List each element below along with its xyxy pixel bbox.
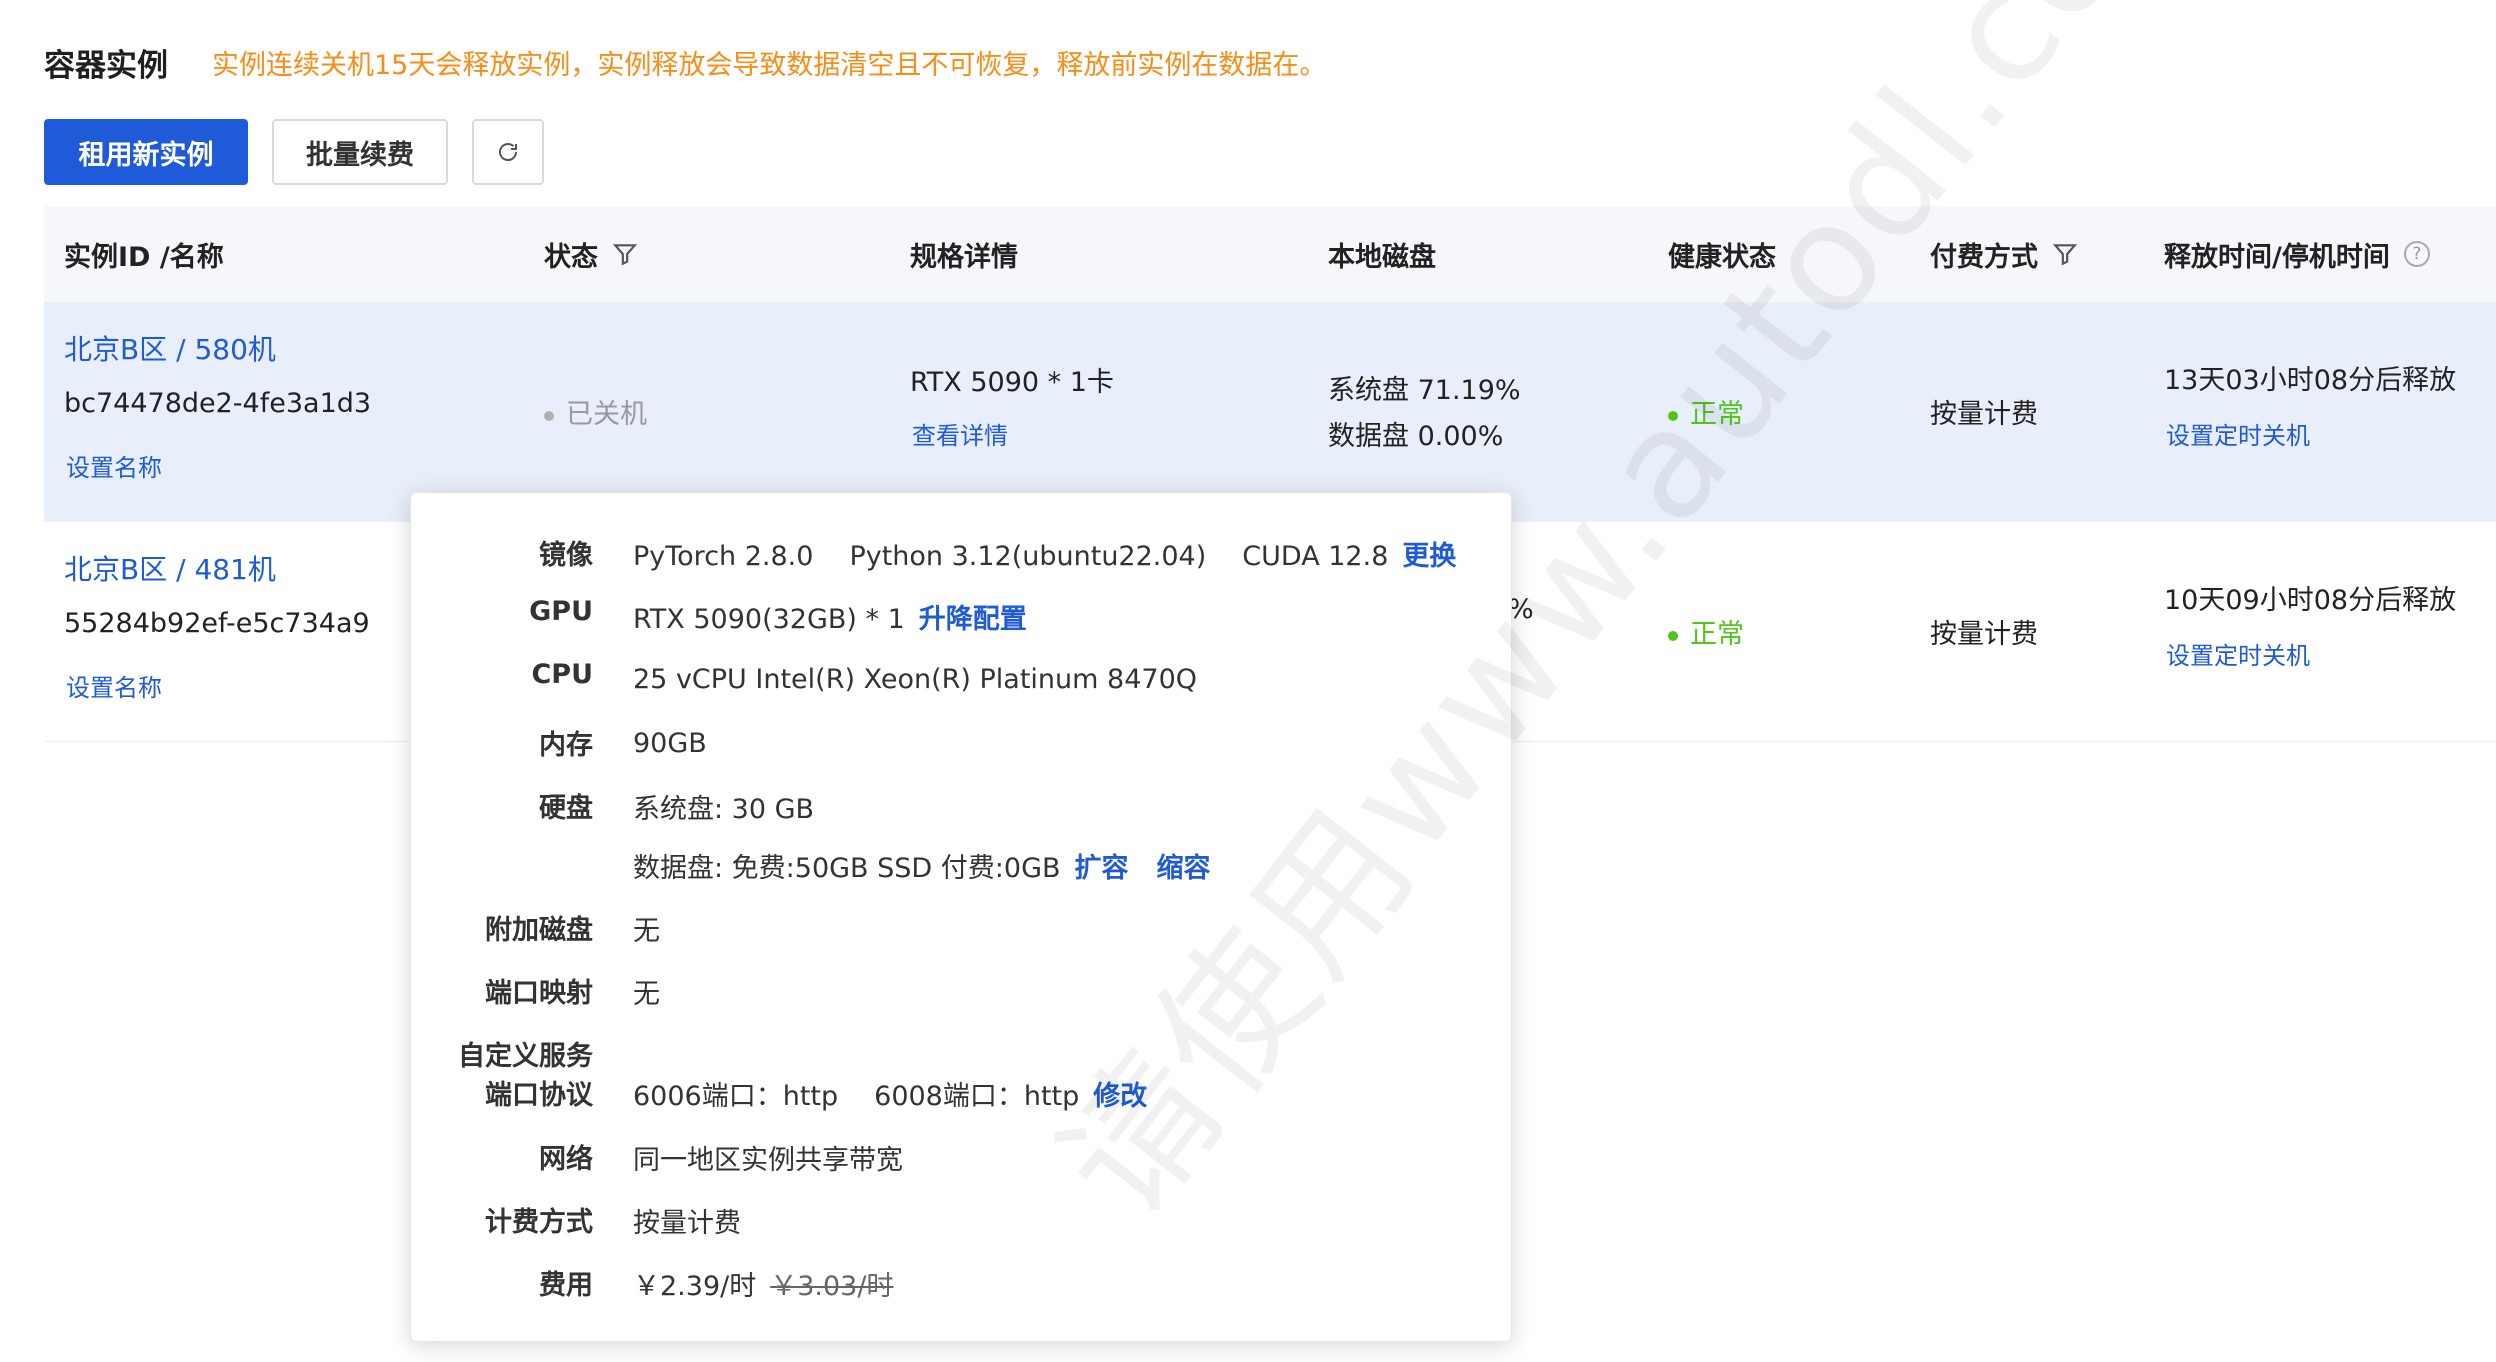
schedule-shutdown-link[interactable]: 设置定时关机	[2166, 636, 2310, 671]
port-map-value: 无	[633, 978, 660, 1010]
instance-id: 55284b92ef-e5c734a9	[64, 608, 370, 639]
edit-ports-link[interactable]: 修改	[1093, 1081, 1147, 1112]
set-name-link[interactable]: 设置名称	[66, 448, 162, 483]
toolbar: 租用新实例 批量续费	[44, 119, 544, 185]
status-dot	[544, 410, 554, 421]
system-disk-usage: 系统盘 71.19%	[1328, 375, 1521, 406]
extra-disk-label: 附加磁盘	[485, 915, 593, 946]
status-badge: 已关机	[544, 392, 647, 431]
network-value: 同一地区实例共享带宽	[633, 1144, 903, 1176]
image-value: PyTorch 2.8.0 Python 3.12(ubuntu22.04) CUD…	[633, 540, 1457, 572]
data-disk-size: 数据盘: 免费:50GB SSD 付费:0GB	[633, 852, 1061, 884]
original-price: ￥3.03/时	[770, 1270, 894, 1302]
cpu-label: CPU	[531, 659, 593, 690]
batch-renew-button[interactable]: 批量续费	[272, 119, 448, 185]
release-notice: 实例连续关机15天会释放实例，实例释放会导致数据清空且不可恢复，释放前实例在数据…	[212, 49, 1327, 81]
rent-new-instance-button[interactable]: 租用新实例	[44, 119, 248, 185]
gpu-label: GPU	[529, 596, 593, 627]
gpu-value: RTX 5090(32GB) * 1	[633, 603, 905, 635]
current-price: ￥2.39/时	[633, 1270, 757, 1302]
page-header: 容器实例 实例连续关机15天会释放实例，实例释放会导致数据清空且不可恢复，释放前…	[44, 38, 1326, 86]
schedule-shutdown-link[interactable]: 设置定时关机	[2166, 416, 2310, 451]
release-time: 10天09小时08分后释放	[2164, 585, 2457, 616]
health-dot	[1668, 410, 1678, 421]
filter-icon[interactable]	[2052, 241, 2078, 267]
fee-label: 费用	[539, 1270, 593, 1301]
port-6006: 6006端口：http	[633, 1080, 839, 1112]
billing-mode: 按量计费	[1930, 399, 2038, 430]
data-disk-usage: 数据盘 0.00%	[1328, 421, 1504, 452]
col-billing: 付费方式	[1930, 206, 2078, 302]
instance-id: bc74478de2-4fe3a1d3	[64, 388, 372, 419]
change-image-link[interactable]: 更换	[1402, 541, 1456, 572]
extra-disk-value: 无	[633, 915, 660, 947]
network-label: 网络	[539, 1144, 593, 1175]
cpu-value: 25 vCPU Intel(R) Xeon(R) Platinum 8470Q	[633, 663, 1198, 695]
health-dot	[1668, 630, 1678, 641]
billing-label: 计费方式	[485, 1207, 593, 1238]
set-name-link[interactable]: 设置名称	[66, 668, 162, 703]
instance-name-link[interactable]: 北京B区 / 580机	[64, 328, 276, 368]
health-status: 正常	[1668, 392, 1744, 431]
disk-label: 硬盘	[539, 793, 593, 824]
memory-value: 90GB	[633, 727, 707, 759]
page-title: 容器实例	[44, 47, 168, 84]
port-protocol-label: 端口协议	[485, 1080, 593, 1111]
port-map-label: 端口映射	[485, 978, 593, 1009]
image-label: 镜像	[539, 540, 593, 571]
col-health: 健康状态	[1668, 241, 1776, 273]
instance-name-link[interactable]: 北京B区 / 481机	[64, 548, 276, 588]
refresh-button[interactable]	[472, 119, 544, 185]
help-icon[interactable]: ?	[2403, 241, 2430, 267]
filter-icon[interactable]	[612, 241, 638, 267]
col-local-disk: 本地磁盘	[1328, 241, 1436, 273]
col-status: 状态	[544, 206, 638, 302]
view-details-link[interactable]: 查看详情	[912, 416, 1008, 451]
col-release-time: 释放时间/停机时间 ?	[2164, 206, 2430, 302]
custom-service-label: 自定义服务	[458, 1041, 593, 1072]
port-6008: 6008端口：http	[874, 1080, 1080, 1112]
change-config-link[interactable]: 升降配置	[919, 604, 1027, 635]
col-spec: 规格详情	[910, 241, 1018, 273]
system-disk-size: 系统盘: 30 GB	[633, 793, 815, 825]
billing-mode: 按量计费	[1930, 619, 2038, 650]
table-header: 实例ID /名称 状态 规格详情 本地磁盘 健康状态 付费方式 释放时间/停机时…	[44, 206, 2496, 302]
refresh-icon	[499, 143, 517, 161]
expand-disk-link[interactable]: 扩容	[1075, 853, 1129, 884]
col-instance-id: 实例ID /名称	[64, 241, 224, 273]
health-status: 正常	[1668, 612, 1744, 651]
spec-value: RTX 5090 * 1卡	[910, 367, 1114, 398]
shrink-disk-link[interactable]: 缩容	[1157, 853, 1211, 884]
table-row: 北京B区 / 580机 bc74478de2-4fe3a1d3 设置名称 已关机…	[44, 302, 2496, 522]
release-time: 13天03小时08分后释放	[2164, 365, 2457, 396]
billing-value: 按量计费	[633, 1207, 741, 1239]
memory-label: 内存	[539, 730, 593, 761]
instance-details-popover: 镜像 PyTorch 2.8.0 Python 3.12(ubuntu22.04)…	[410, 492, 1512, 1342]
